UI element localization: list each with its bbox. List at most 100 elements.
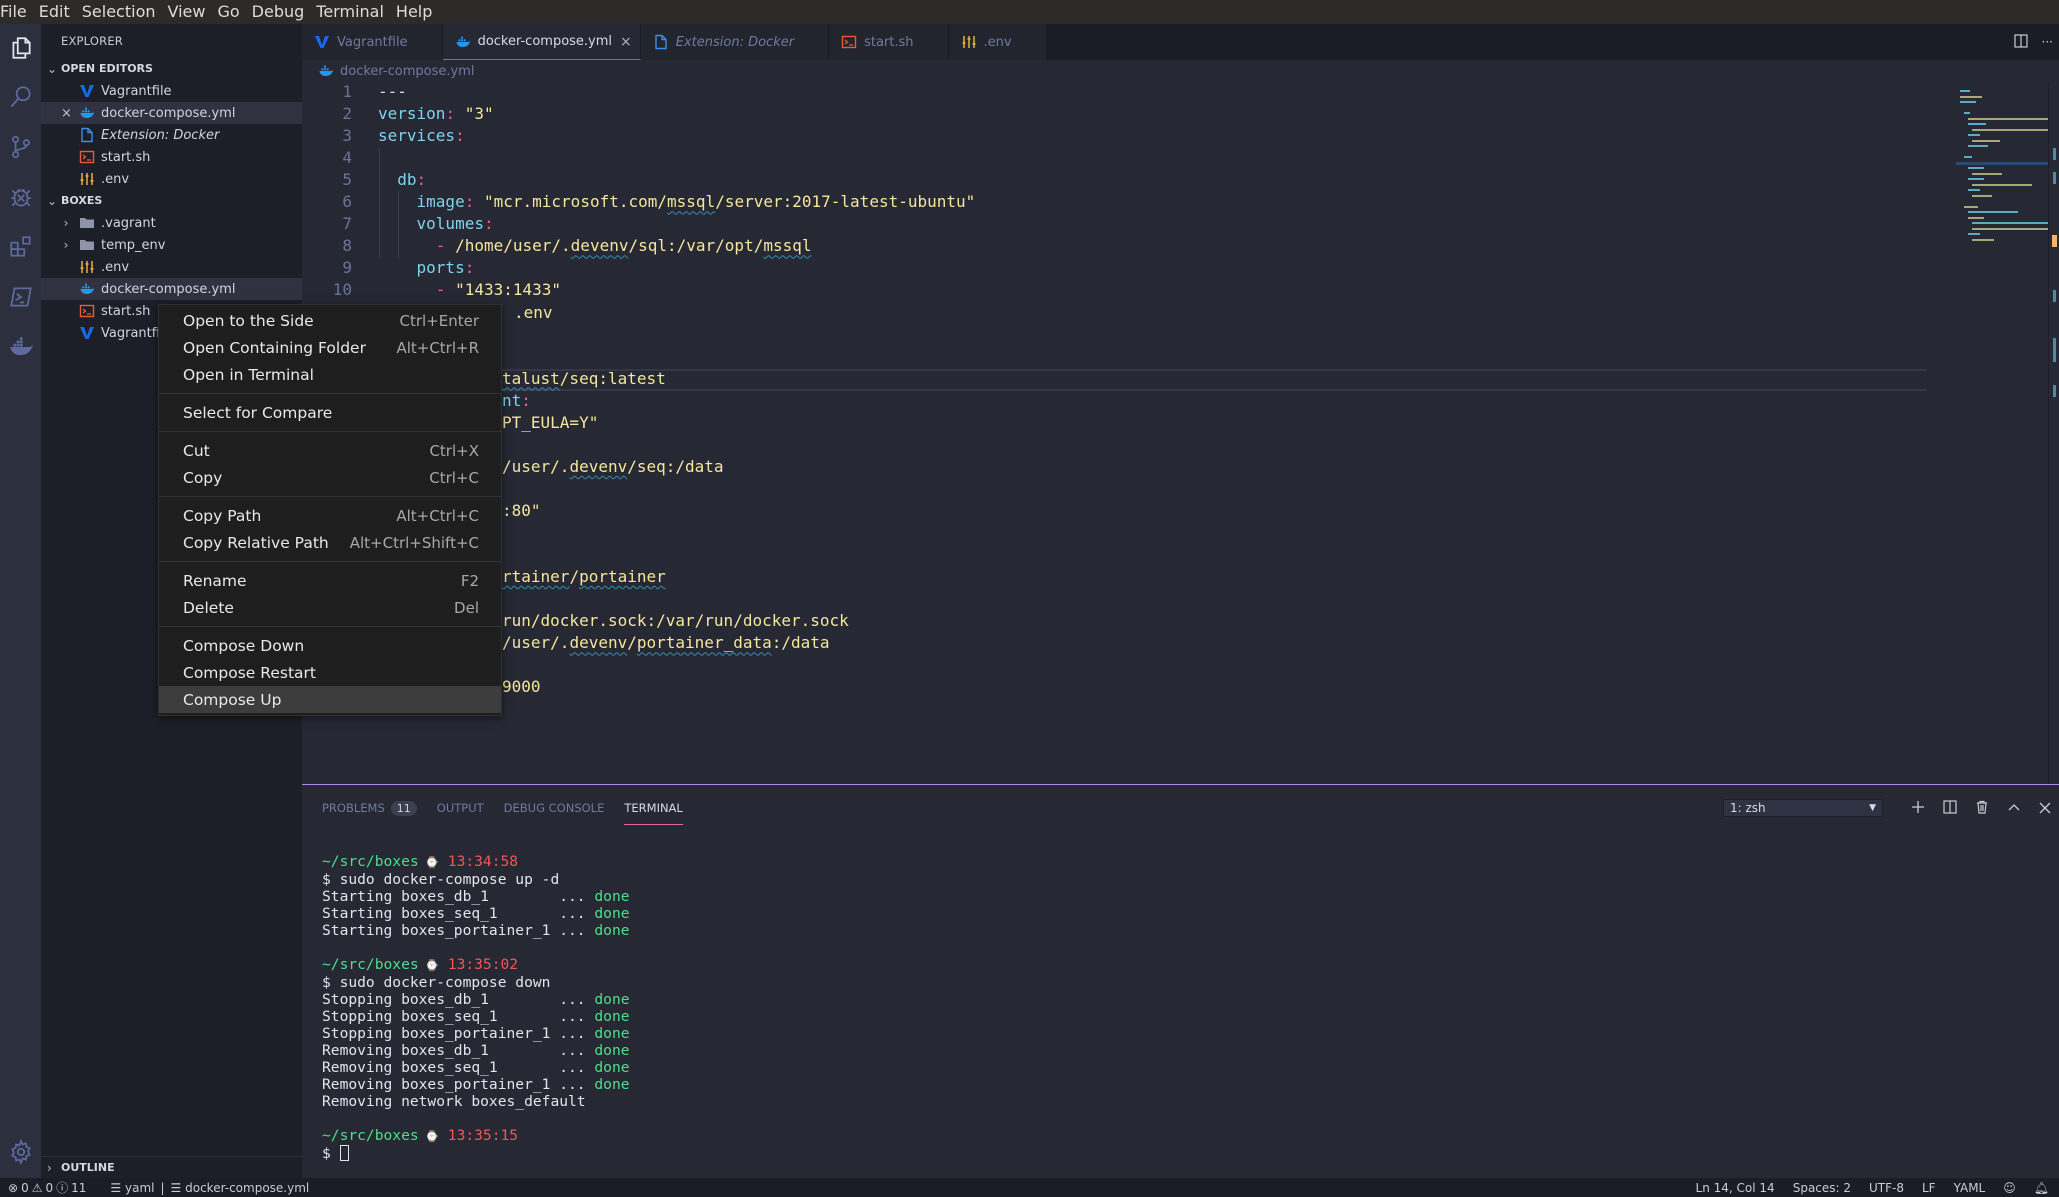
terminal-prompt: ~/src/boxes ⌚ 13:35:15 bbox=[322, 1127, 630, 1145]
menu-item-copy-relative-path[interactable]: Copy Relative Path Alt+Ctrl+Shift+C bbox=[159, 529, 501, 556]
clock-icon: ⌚ bbox=[418, 1130, 439, 1143]
open-editor-item[interactable]: × docker-compose.yml bbox=[41, 102, 302, 124]
chevron-up-icon bbox=[2008, 803, 2020, 810]
terminal-select[interactable]: 1: zsh ▼ bbox=[1723, 799, 1883, 817]
editor-tab[interactable]: docker-compose.yml × bbox=[442, 24, 641, 60]
menu-debug[interactable]: Debug bbox=[246, 0, 311, 24]
menu-view[interactable]: View bbox=[162, 0, 212, 24]
overview-marker bbox=[2053, 338, 2056, 362]
problems-status[interactable]: ⊗ 0 ⚠ 0 ⓘ 11 bbox=[8, 1179, 86, 1196]
activity-manage[interactable] bbox=[0, 1130, 41, 1174]
editor-tab[interactable]: start.sh bbox=[829, 24, 949, 60]
menu-item-cut[interactable]: Cut Ctrl+X bbox=[159, 437, 501, 464]
line-number: 2 bbox=[342, 104, 352, 124]
activity-debug[interactable] bbox=[0, 175, 41, 219]
menu-item-label: Select for Compare bbox=[183, 403, 333, 422]
code-editor[interactable]: 1 --- 2 version: "3" 3 services: 4 5 db: 6 image… bbox=[302, 82, 1928, 784]
open-editors-header[interactable]: ⌄ OPEN EDITORS bbox=[41, 58, 302, 80]
activity-search[interactable] bbox=[0, 75, 41, 119]
file-status[interactable]: ☰ docker-compose.yml bbox=[171, 1181, 310, 1195]
activity-source-control[interactable] bbox=[0, 125, 41, 169]
activity-explorer[interactable] bbox=[0, 26, 41, 70]
code-line-partial: .env bbox=[514, 302, 553, 322]
menu-item-compose-restart[interactable]: Compose Restart bbox=[159, 659, 501, 686]
menu-item-rename[interactable]: Rename F2 bbox=[159, 567, 501, 594]
editor-tab[interactable]: Vagrantfile bbox=[302, 24, 443, 60]
language-selector[interactable]: YAML bbox=[1954, 1181, 1986, 1195]
menu-go[interactable]: Go bbox=[211, 0, 245, 24]
folder-header[interactable]: ⌄ BOXES bbox=[41, 190, 302, 212]
menu-item-label: Compose Up bbox=[183, 690, 282, 709]
minimap[interactable] bbox=[1928, 82, 2059, 784]
indentation[interactable]: Spaces: 2 bbox=[1793, 1181, 1851, 1195]
feedback-smiley-icon[interactable]: ☺ bbox=[2003, 1181, 2016, 1195]
outline-header[interactable]: › OUTLINE bbox=[41, 1156, 302, 1178]
close-panel-button[interactable] bbox=[2039, 799, 2051, 818]
overview-marker bbox=[2053, 385, 2056, 397]
more-actions-button[interactable]: ··· bbox=[2042, 35, 2053, 49]
menu-terminal[interactable]: Terminal bbox=[310, 0, 390, 24]
menu-help[interactable]: Help bbox=[390, 0, 438, 24]
menu-item-compose-up[interactable]: Compose Up bbox=[159, 686, 501, 713]
panel-tab-debug-console[interactable]: DEBUG CONSOLE bbox=[504, 793, 605, 823]
end-of-line[interactable]: LF bbox=[1922, 1181, 1936, 1195]
editor-tab[interactable]: Extension: Docker bbox=[640, 24, 830, 60]
folder-icon bbox=[79, 237, 95, 253]
file-tree-item[interactable]: › .vagrant bbox=[41, 212, 302, 234]
file-tree-item[interactable]: docker-compose.yml bbox=[41, 278, 302, 300]
chevron-right-icon[interactable]: › bbox=[59, 238, 73, 252]
activity-docker[interactable] bbox=[0, 325, 41, 369]
open-editor-item[interactable]: start.sh bbox=[41, 146, 302, 168]
chevron-right-icon[interactable]: › bbox=[59, 216, 73, 230]
kill-terminal-button[interactable] bbox=[1975, 799, 1989, 818]
panel-tab-terminal[interactable]: TERMINAL bbox=[624, 793, 684, 825]
code-line-partial: rtainer/portainer bbox=[502, 567, 666, 587]
panel-tab-output[interactable]: OUTPUT bbox=[437, 793, 484, 823]
menu-item-copy[interactable]: Copy Ctrl+C bbox=[159, 464, 501, 491]
open-editor-item[interactable]: Extension: Docker bbox=[41, 124, 302, 146]
encoding[interactable]: UTF-8 bbox=[1869, 1181, 1904, 1195]
open-editor-item[interactable]: .env bbox=[41, 168, 302, 190]
menu-item-delete[interactable]: Delete Del bbox=[159, 594, 501, 621]
terminal-output[interactable]: ~/src/boxes ⌚ 13:34:58 $ sudo docker-comp… bbox=[322, 853, 630, 1162]
language-mode-status[interactable]: ☰ yaml bbox=[110, 1181, 154, 1195]
split-terminal-button[interactable] bbox=[1943, 799, 1957, 818]
menu-edit[interactable]: Edit bbox=[33, 0, 76, 24]
editor-scrollbar[interactable] bbox=[2048, 82, 2059, 784]
menu-separator bbox=[159, 431, 501, 432]
menu-item-select-for-compare[interactable]: Select for Compare bbox=[159, 399, 501, 426]
remote-terminal-icon bbox=[9, 287, 32, 307]
menu-item-open-containing-folder[interactable]: Open Containing Folder Alt+Ctrl+R bbox=[159, 334, 501, 361]
vagrant-icon bbox=[79, 83, 95, 99]
file-tree-item[interactable]: › temp_env bbox=[41, 234, 302, 256]
cursor-position[interactable]: Ln 14, Col 14 bbox=[1696, 1181, 1775, 1195]
explorer-icon bbox=[12, 37, 31, 59]
activity-remote-terminal[interactable] bbox=[0, 275, 41, 319]
close-tab-icon[interactable]: × bbox=[620, 34, 632, 50]
code-line-partial: :80" bbox=[502, 500, 541, 520]
terminal-command: $ sudo docker-compose up -d bbox=[322, 871, 630, 888]
env-icon bbox=[961, 34, 977, 50]
split-editor-button[interactable] bbox=[2013, 33, 2028, 52]
notifications-bell-icon[interactable]: 🔔︎ bbox=[2034, 1181, 2049, 1195]
info-count: 11 bbox=[71, 1180, 87, 1195]
file-tree-item[interactable]: .env bbox=[41, 256, 302, 278]
menu-item-open-to-the-side[interactable]: Open to the Side Ctrl+Enter bbox=[159, 307, 501, 334]
menu-item-copy-path[interactable]: Copy Path Alt+Ctrl+C bbox=[159, 502, 501, 529]
new-terminal-button[interactable] bbox=[1911, 799, 1925, 818]
open-editor-item[interactable]: Vagrantfile bbox=[41, 80, 302, 102]
split-editor-icon bbox=[2013, 33, 2028, 48]
tab-label: docker-compose.yml bbox=[477, 34, 613, 49]
menu-item-open-in-terminal[interactable]: Open in Terminal bbox=[159, 361, 501, 388]
maximize-panel-button[interactable] bbox=[2007, 799, 2021, 818]
menu-item-label: Rename bbox=[183, 571, 247, 590]
breadcrumb-file[interactable]: docker-compose.yml bbox=[340, 64, 474, 79]
open-editor-label: start.sh bbox=[101, 149, 151, 165]
close-editor-icon[interactable]: × bbox=[61, 106, 72, 121]
menu-selection[interactable]: Selection bbox=[76, 0, 162, 24]
activity-extensions[interactable] bbox=[0, 225, 41, 269]
menu-item-compose-down[interactable]: Compose Down bbox=[159, 632, 501, 659]
panel-tab-problems[interactable]: PROBLEMS 11 bbox=[322, 793, 417, 823]
menu-file[interactable]: File bbox=[0, 0, 33, 24]
editor-tab[interactable]: .env bbox=[948, 24, 1047, 60]
